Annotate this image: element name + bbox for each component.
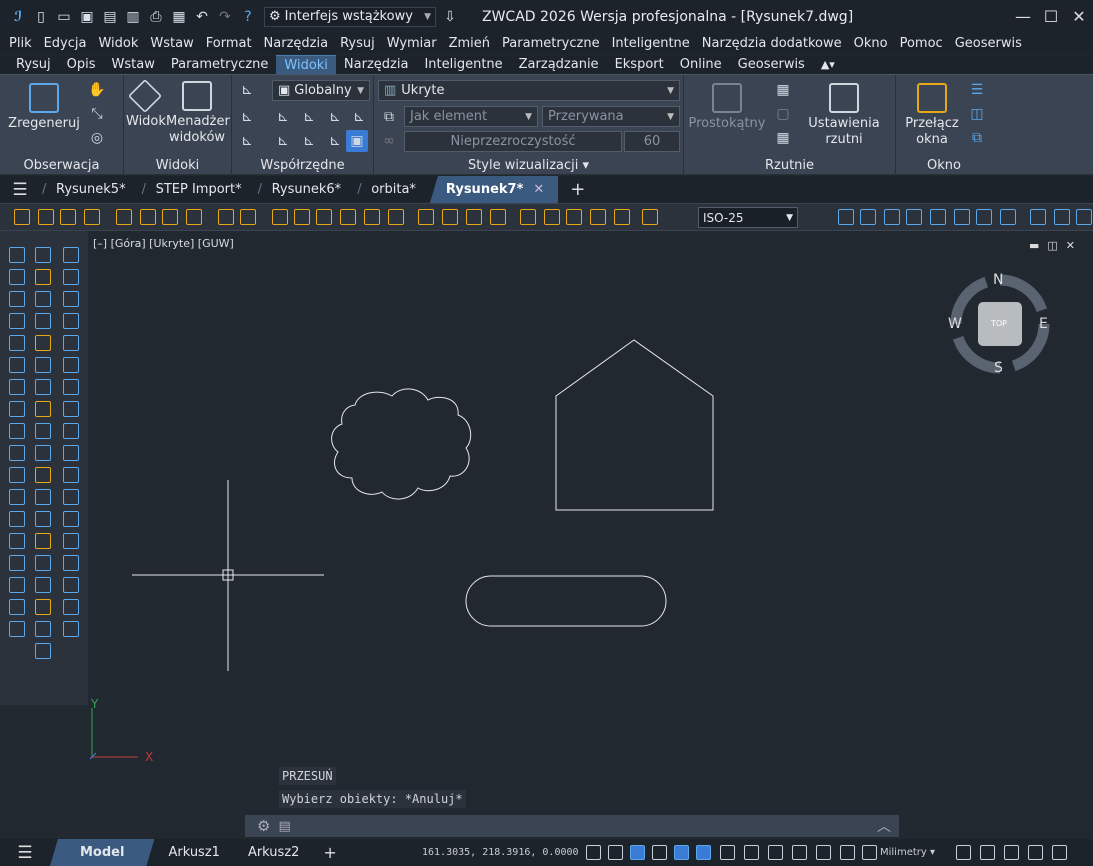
status-toggle-icon[interactable]: [586, 845, 601, 860]
status-toggle-icon[interactable]: [744, 845, 759, 860]
drawing-svg: [89, 274, 1050, 760]
compass-east[interactable]: E: [1039, 316, 1048, 332]
ucs-y-label: Y: [91, 697, 99, 711]
compass-west[interactable]: W: [948, 316, 962, 332]
slot-shape[interactable]: [465, 575, 667, 627]
status-toggle-icon[interactable]: [840, 845, 855, 860]
vp-close-icon[interactable]: ✕: [1066, 239, 1083, 252]
status-toggle-icon[interactable]: [652, 845, 667, 860]
viewport-controls: ▬◫✕: [1029, 239, 1083, 252]
command-input-bar[interactable]: ⚙ ▤ ︿: [245, 815, 899, 837]
layout-tab[interactable]: Arkusz2: [234, 839, 313, 866]
ucs-x-label: X: [145, 750, 154, 764]
add-layout-icon[interactable]: +: [323, 843, 336, 862]
cloud-shape[interactable]: [331, 388, 472, 500]
layout-tab[interactable]: Arkusz1: [154, 839, 233, 866]
units-select[interactable]: Milimetry ▾: [880, 847, 935, 858]
status-toggle-icon[interactable]: [696, 845, 711, 860]
status-toggle-icon[interactable]: [980, 845, 995, 860]
status-toggle-icon[interactable]: [720, 845, 735, 860]
command-history-line-2: Wybierz obiekty: *Anuluj*: [279, 790, 466, 808]
zwcad-window: ℐ ▯ ▭ ▣ ▤ ▥ ⎙ ▦ ↶ ↷ ? ⚙ Interfejs wstążk…: [0, 0, 1093, 866]
status-toggle-icon[interactable]: [674, 845, 689, 860]
status-toggle-icon[interactable]: [862, 845, 877, 860]
command-history-line-1: PRZESUŃ: [279, 767, 336, 785]
status-toggle-icon[interactable]: [768, 845, 783, 860]
status-toggle-icon[interactable]: [956, 845, 971, 860]
viewcube-top-label[interactable]: TOP: [991, 319, 1007, 328]
command-settings-gear-icon[interactable]: ⚙: [257, 817, 270, 835]
compass-south[interactable]: S: [994, 360, 1003, 376]
layout-tabs: Model Arkusz1 Arkusz2: [50, 839, 313, 866]
status-toggle-icon[interactable]: [1052, 845, 1067, 860]
layout-tab[interactable]: Model: [50, 839, 154, 866]
vp-restore-icon[interactable]: ◫: [1047, 239, 1065, 252]
status-toggle-icon[interactable]: [608, 845, 623, 860]
compass-north[interactable]: N: [993, 272, 1003, 288]
cursor-coordinates: 161.3035, 218.3916, 0.0000: [422, 847, 579, 858]
vp-minimize-icon[interactable]: ▬: [1029, 239, 1047, 252]
ucs-icon: [89, 708, 138, 760]
status-bar: ☰ Model Arkusz1 Arkusz2 + 161.3035, 218.39…: [0, 839, 1093, 866]
status-menu-icon[interactable]: ☰: [0, 843, 50, 863]
status-toggle-icon[interactable]: [1028, 845, 1043, 860]
command-expand-icon[interactable]: ︿: [877, 816, 891, 836]
house-shape[interactable]: [555, 339, 714, 511]
status-toggle-icon[interactable]: [792, 845, 807, 860]
command-prompt-icon: ▤: [278, 818, 291, 834]
status-toggle-icon[interactable]: [630, 845, 645, 860]
status-toggle-icon[interactable]: [816, 845, 831, 860]
status-toggle-icon[interactable]: [1004, 845, 1019, 860]
viewport-label[interactable]: [–] [Góra] [Ukryte] [GUW]: [93, 237, 234, 250]
